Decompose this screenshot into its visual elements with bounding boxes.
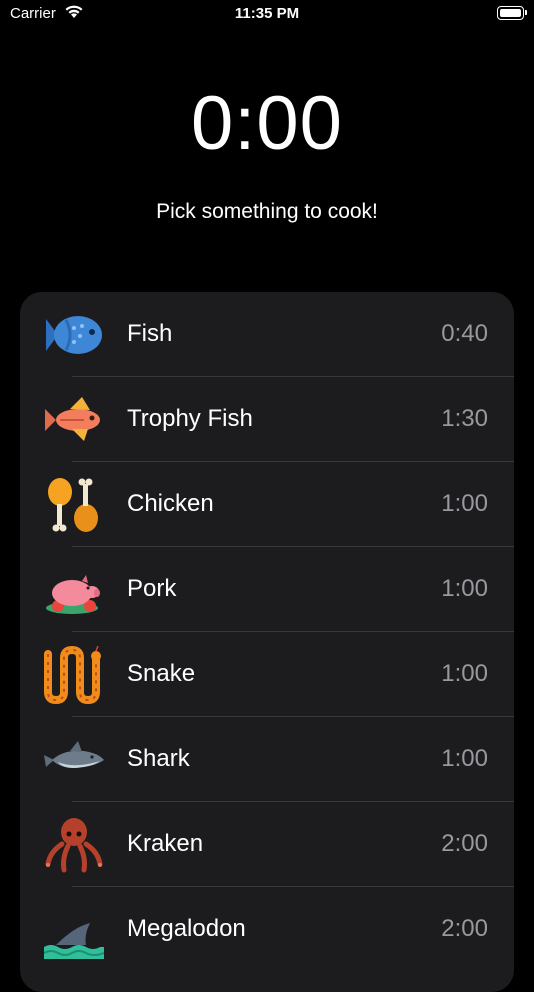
list-item-kraken[interactable]: Kraken 2:00 xyxy=(20,802,514,887)
list-item-shark[interactable]: Shark 1:00 xyxy=(20,717,514,802)
item-name: Shark xyxy=(127,745,190,772)
item-name: Fish xyxy=(127,320,173,347)
item-name: Pork xyxy=(127,575,177,602)
item-time: 2:00 xyxy=(441,915,488,942)
item-time: 1:00 xyxy=(441,490,488,517)
item-time: 1:00 xyxy=(441,575,488,602)
item-time: 1:30 xyxy=(441,405,488,432)
status-bar: Carrier 11:35 PM xyxy=(0,0,534,30)
shark-fin-icon xyxy=(43,901,105,959)
chicken-leg-icon xyxy=(44,476,104,534)
trophy-fish-icon xyxy=(44,391,104,449)
timer-display: 0:00 xyxy=(191,81,343,166)
battery-icon xyxy=(497,6,527,20)
item-name: Snake xyxy=(127,660,196,687)
list-item-chicken[interactable]: Chicken 1:00 xyxy=(20,462,514,547)
fish-icon xyxy=(44,306,104,364)
item-time: 1:00 xyxy=(441,745,488,772)
item-name: Megalodon xyxy=(127,915,246,942)
list-item-trophy-fish[interactable]: Trophy Fish 1:30 xyxy=(20,377,514,462)
item-time: 0:40 xyxy=(441,320,488,347)
list-item-pork[interactable]: Pork 1:00 xyxy=(20,547,514,632)
item-name: Chicken xyxy=(127,490,214,517)
item-name: Kraken xyxy=(127,830,204,857)
list-item-megalodon[interactable]: Megalodon 2:00 xyxy=(20,887,514,972)
item-name: Trophy Fish xyxy=(127,405,253,432)
pig-icon xyxy=(44,561,104,619)
list-item-fish[interactable]: Fish 0:40 xyxy=(20,292,514,377)
shark-icon xyxy=(44,731,104,789)
food-list: Fish 0:40 Trophy Fish 1:30 Chicken 1:00 … xyxy=(20,292,514,992)
octopus-icon xyxy=(44,816,104,874)
item-time: 2:00 xyxy=(441,830,488,857)
status-time: 11:35 PM xyxy=(234,5,300,22)
timer-prompt: Pick something to cook! xyxy=(156,200,378,223)
snake-icon xyxy=(44,645,104,705)
item-time: 1:00 xyxy=(441,660,488,687)
list-item-snake[interactable]: Snake 1:00 xyxy=(20,632,514,717)
